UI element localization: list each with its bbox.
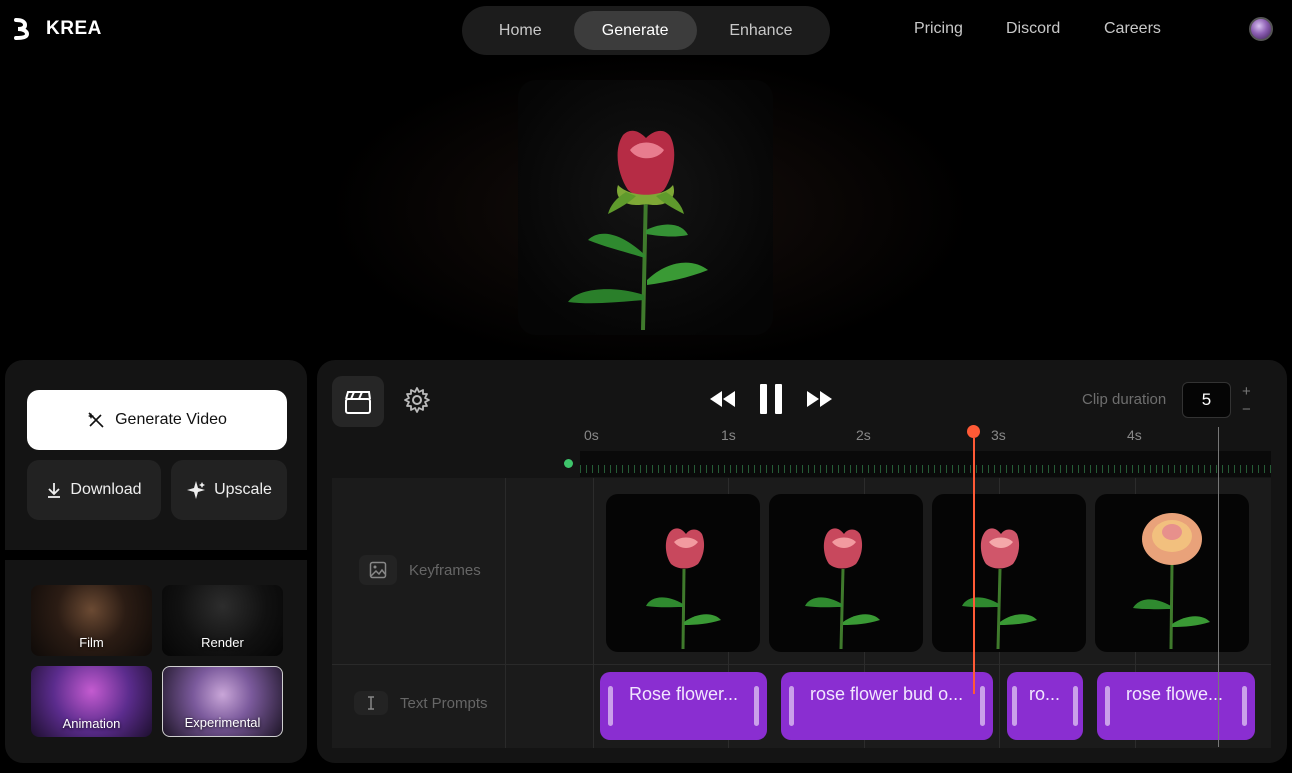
clip-duration-input[interactable]: 5 (1182, 382, 1231, 418)
time-tick: 0s (584, 427, 599, 443)
clapperboard-button[interactable] (332, 376, 384, 427)
keyframes-track-label: Keyframes (359, 555, 481, 585)
generate-video-label: Generate Video (115, 411, 227, 428)
time-tick: 2s (856, 427, 871, 443)
action-panel (5, 360, 307, 550)
rewind-icon[interactable] (708, 389, 736, 409)
style-render-label: Render (201, 635, 244, 650)
download-label: Download (70, 481, 142, 498)
clip-duration-label: Clip duration (1082, 391, 1167, 408)
keyframes-label: Keyframes (409, 561, 481, 579)
time-tick: 3s (991, 427, 1006, 443)
duration-decrease-button[interactable]: − (1242, 402, 1251, 417)
style-film-label: Film (79, 635, 104, 650)
pricing-link[interactable]: Pricing (914, 20, 963, 38)
track-divider (332, 664, 1271, 665)
clip-left-handle[interactable] (789, 686, 794, 726)
text-prompt-clip[interactable]: ro... (1007, 672, 1083, 740)
playhead-handle[interactable] (967, 425, 980, 438)
upscale-label: Upscale (214, 481, 272, 498)
rose-bud-image (805, 528, 880, 650)
generate-video-button[interactable]: Generate Video (27, 390, 287, 450)
tab-enhance[interactable]: Enhance (697, 11, 825, 50)
rose-image (568, 130, 708, 331)
clip-left-handle[interactable] (1105, 686, 1110, 726)
style-render-card[interactable]: Render (162, 585, 283, 656)
clip-left-handle[interactable] (608, 686, 613, 726)
style-film-card[interactable]: Film (31, 585, 152, 656)
duration-increase-button[interactable]: + (1242, 384, 1251, 399)
keyframe-thumbnail[interactable] (1095, 494, 1249, 652)
clip-right-handle[interactable] (1073, 686, 1078, 726)
timeline-start-marker (564, 459, 573, 468)
main-nav: Home Generate Enhance (462, 6, 830, 55)
discord-link[interactable]: Discord (1006, 20, 1060, 38)
magic-wand-icon (88, 412, 104, 428)
prompt-text: rose flower bud o... (810, 684, 964, 704)
rose-bud-image (646, 528, 721, 650)
clip-right-handle[interactable] (754, 686, 759, 726)
playhead-line[interactable] (973, 438, 975, 694)
brand-name: KREA (46, 18, 102, 39)
playback-controls (708, 383, 834, 415)
brand-logo[interactable]: KREA (14, 18, 102, 40)
time-tick: 4s (1127, 427, 1142, 443)
fast-forward-icon[interactable] (806, 389, 834, 409)
style-animation-label: Animation (62, 716, 121, 731)
krea-logo-icon (14, 18, 30, 40)
rose-bud-image (962, 528, 1037, 650)
rose-bloom-image (1133, 513, 1210, 650)
keyframe-thumbnail[interactable] (606, 494, 760, 652)
keyframe-thumbnail[interactable] (932, 494, 1086, 652)
track-label-divider (505, 478, 506, 748)
text-prompts-track-label: Text Prompts (354, 691, 488, 715)
grid-line (593, 478, 594, 748)
pause-icon[interactable] (758, 383, 784, 415)
upscale-button[interactable]: Upscale (171, 460, 287, 520)
text-prompt-clip[interactable]: rose flower bud o... (781, 672, 993, 740)
style-experimental-card[interactable]: Experimental (162, 666, 283, 737)
user-avatar[interactable] (1249, 17, 1273, 41)
tab-generate[interactable]: Generate (573, 11, 697, 50)
download-button[interactable]: Download (27, 460, 161, 520)
keyframe-thumbnail[interactable] (769, 494, 923, 652)
clip-right-handle[interactable] (1242, 686, 1247, 726)
time-tick: 1s (721, 427, 736, 443)
clapperboard-icon (345, 390, 371, 414)
video-preview (518, 80, 773, 335)
image-icon (359, 555, 397, 585)
style-experimental-label: Experimental (184, 715, 261, 730)
clip-left-handle[interactable] (1012, 686, 1017, 726)
prompt-text: Rose flower... (629, 684, 739, 704)
clip-right-handle[interactable] (980, 686, 985, 726)
text-prompt-clip[interactable]: rose flowe... (1097, 672, 1255, 740)
download-icon (48, 483, 61, 498)
sparkle-icon (187, 481, 206, 499)
text-prompt-clip[interactable]: Rose flower... (600, 672, 767, 740)
text-prompts-label: Text Prompts (400, 694, 488, 712)
prompt-text: ro... (1029, 684, 1061, 704)
timeline-scrubber[interactable] (580, 451, 1271, 477)
style-animation-card[interactable]: Animation (31, 666, 152, 737)
timeline-end-marker (1218, 427, 1219, 747)
tab-home[interactable]: Home (467, 11, 574, 50)
gear-icon[interactable] (403, 386, 431, 414)
careers-link[interactable]: Careers (1104, 20, 1161, 38)
text-cursor-icon (354, 691, 388, 715)
